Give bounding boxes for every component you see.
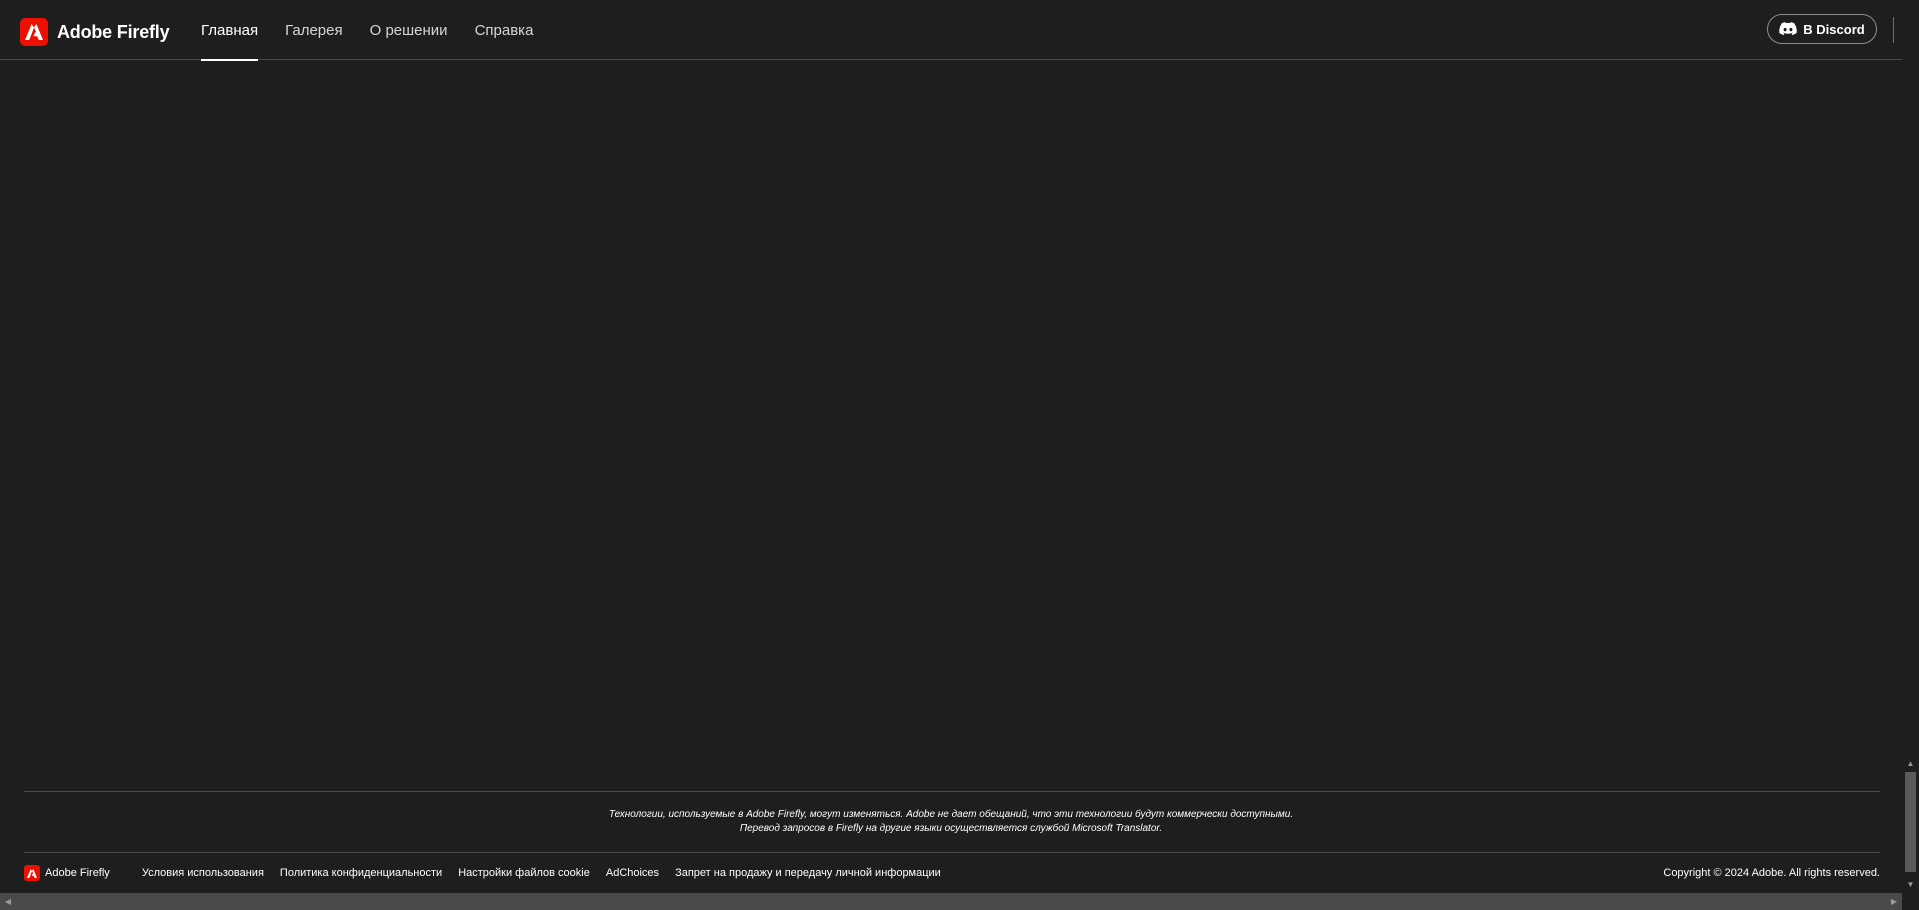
tab-help[interactable]: Справка bbox=[475, 0, 534, 60]
tab-home[interactable]: Главная bbox=[201, 0, 259, 61]
privacy-policy-link[interactable]: Политика конфиденциальности bbox=[280, 867, 442, 879]
scroll-up-icon[interactable]: ▲ bbox=[1902, 756, 1919, 770]
scrollbar-corner bbox=[1902, 893, 1919, 910]
horizontal-scrollbar[interactable]: ◀ ▶ bbox=[0, 893, 1919, 910]
discord-button[interactable]: В Discord bbox=[1767, 14, 1877, 44]
footer-top-divider bbox=[24, 791, 1880, 792]
discord-icon bbox=[1779, 22, 1798, 36]
header-divider bbox=[1893, 17, 1894, 43]
scroll-left-icon[interactable]: ◀ bbox=[0, 893, 16, 910]
top-navigation-bar: Adobe Firefly Главная Галерея О решении … bbox=[0, 0, 1902, 61]
footer-disclaimer: Технологии, используемые в Adobe Firefly… bbox=[0, 808, 1902, 836]
scroll-right-icon[interactable]: ▶ bbox=[1886, 893, 1902, 910]
copyright-text: Copyright © 2024 Adobe. All rights reser… bbox=[1663, 867, 1880, 879]
brand-home-link[interactable]: Adobe Firefly bbox=[20, 18, 170, 46]
footer-bottom-divider bbox=[24, 852, 1880, 853]
do-not-sell-link[interactable]: Запрет на продажу и передачу личной инфо… bbox=[675, 867, 941, 879]
vertical-scrollbar-thumb[interactable] bbox=[1905, 772, 1916, 872]
discord-button-label: В Discord bbox=[1803, 21, 1865, 37]
footer-bar: Adobe Firefly Условия использования Поли… bbox=[24, 864, 1880, 882]
adchoices-link[interactable]: AdChoices bbox=[606, 867, 659, 879]
adobe-logo-icon bbox=[20, 18, 48, 46]
tab-gallery[interactable]: Галерея bbox=[285, 0, 343, 60]
main-nav: Главная Галерея О решении Справка bbox=[201, 0, 560, 61]
disclaimer-line-2: Перевод запросов в Firefly на другие язы… bbox=[739, 823, 1163, 834]
footer-brand[interactable]: Adobe Firefly bbox=[24, 865, 110, 881]
scroll-down-icon[interactable]: ▼ bbox=[1902, 877, 1919, 891]
footer-brand-name: Adobe Firefly bbox=[45, 867, 110, 879]
adobe-logo-icon bbox=[24, 865, 40, 881]
tab-about[interactable]: О решении bbox=[370, 0, 448, 60]
vertical-scrollbar[interactable]: ▲ ▼ bbox=[1902, 0, 1919, 893]
terms-of-use-link[interactable]: Условия использования bbox=[142, 867, 264, 879]
brand-name: Adobe Firefly bbox=[57, 21, 170, 42]
disclaimer-line-1: Технологии, используемые в Adobe Firefly… bbox=[608, 809, 1294, 820]
cookie-settings-link[interactable]: Настройки файлов cookie bbox=[458, 867, 590, 879]
